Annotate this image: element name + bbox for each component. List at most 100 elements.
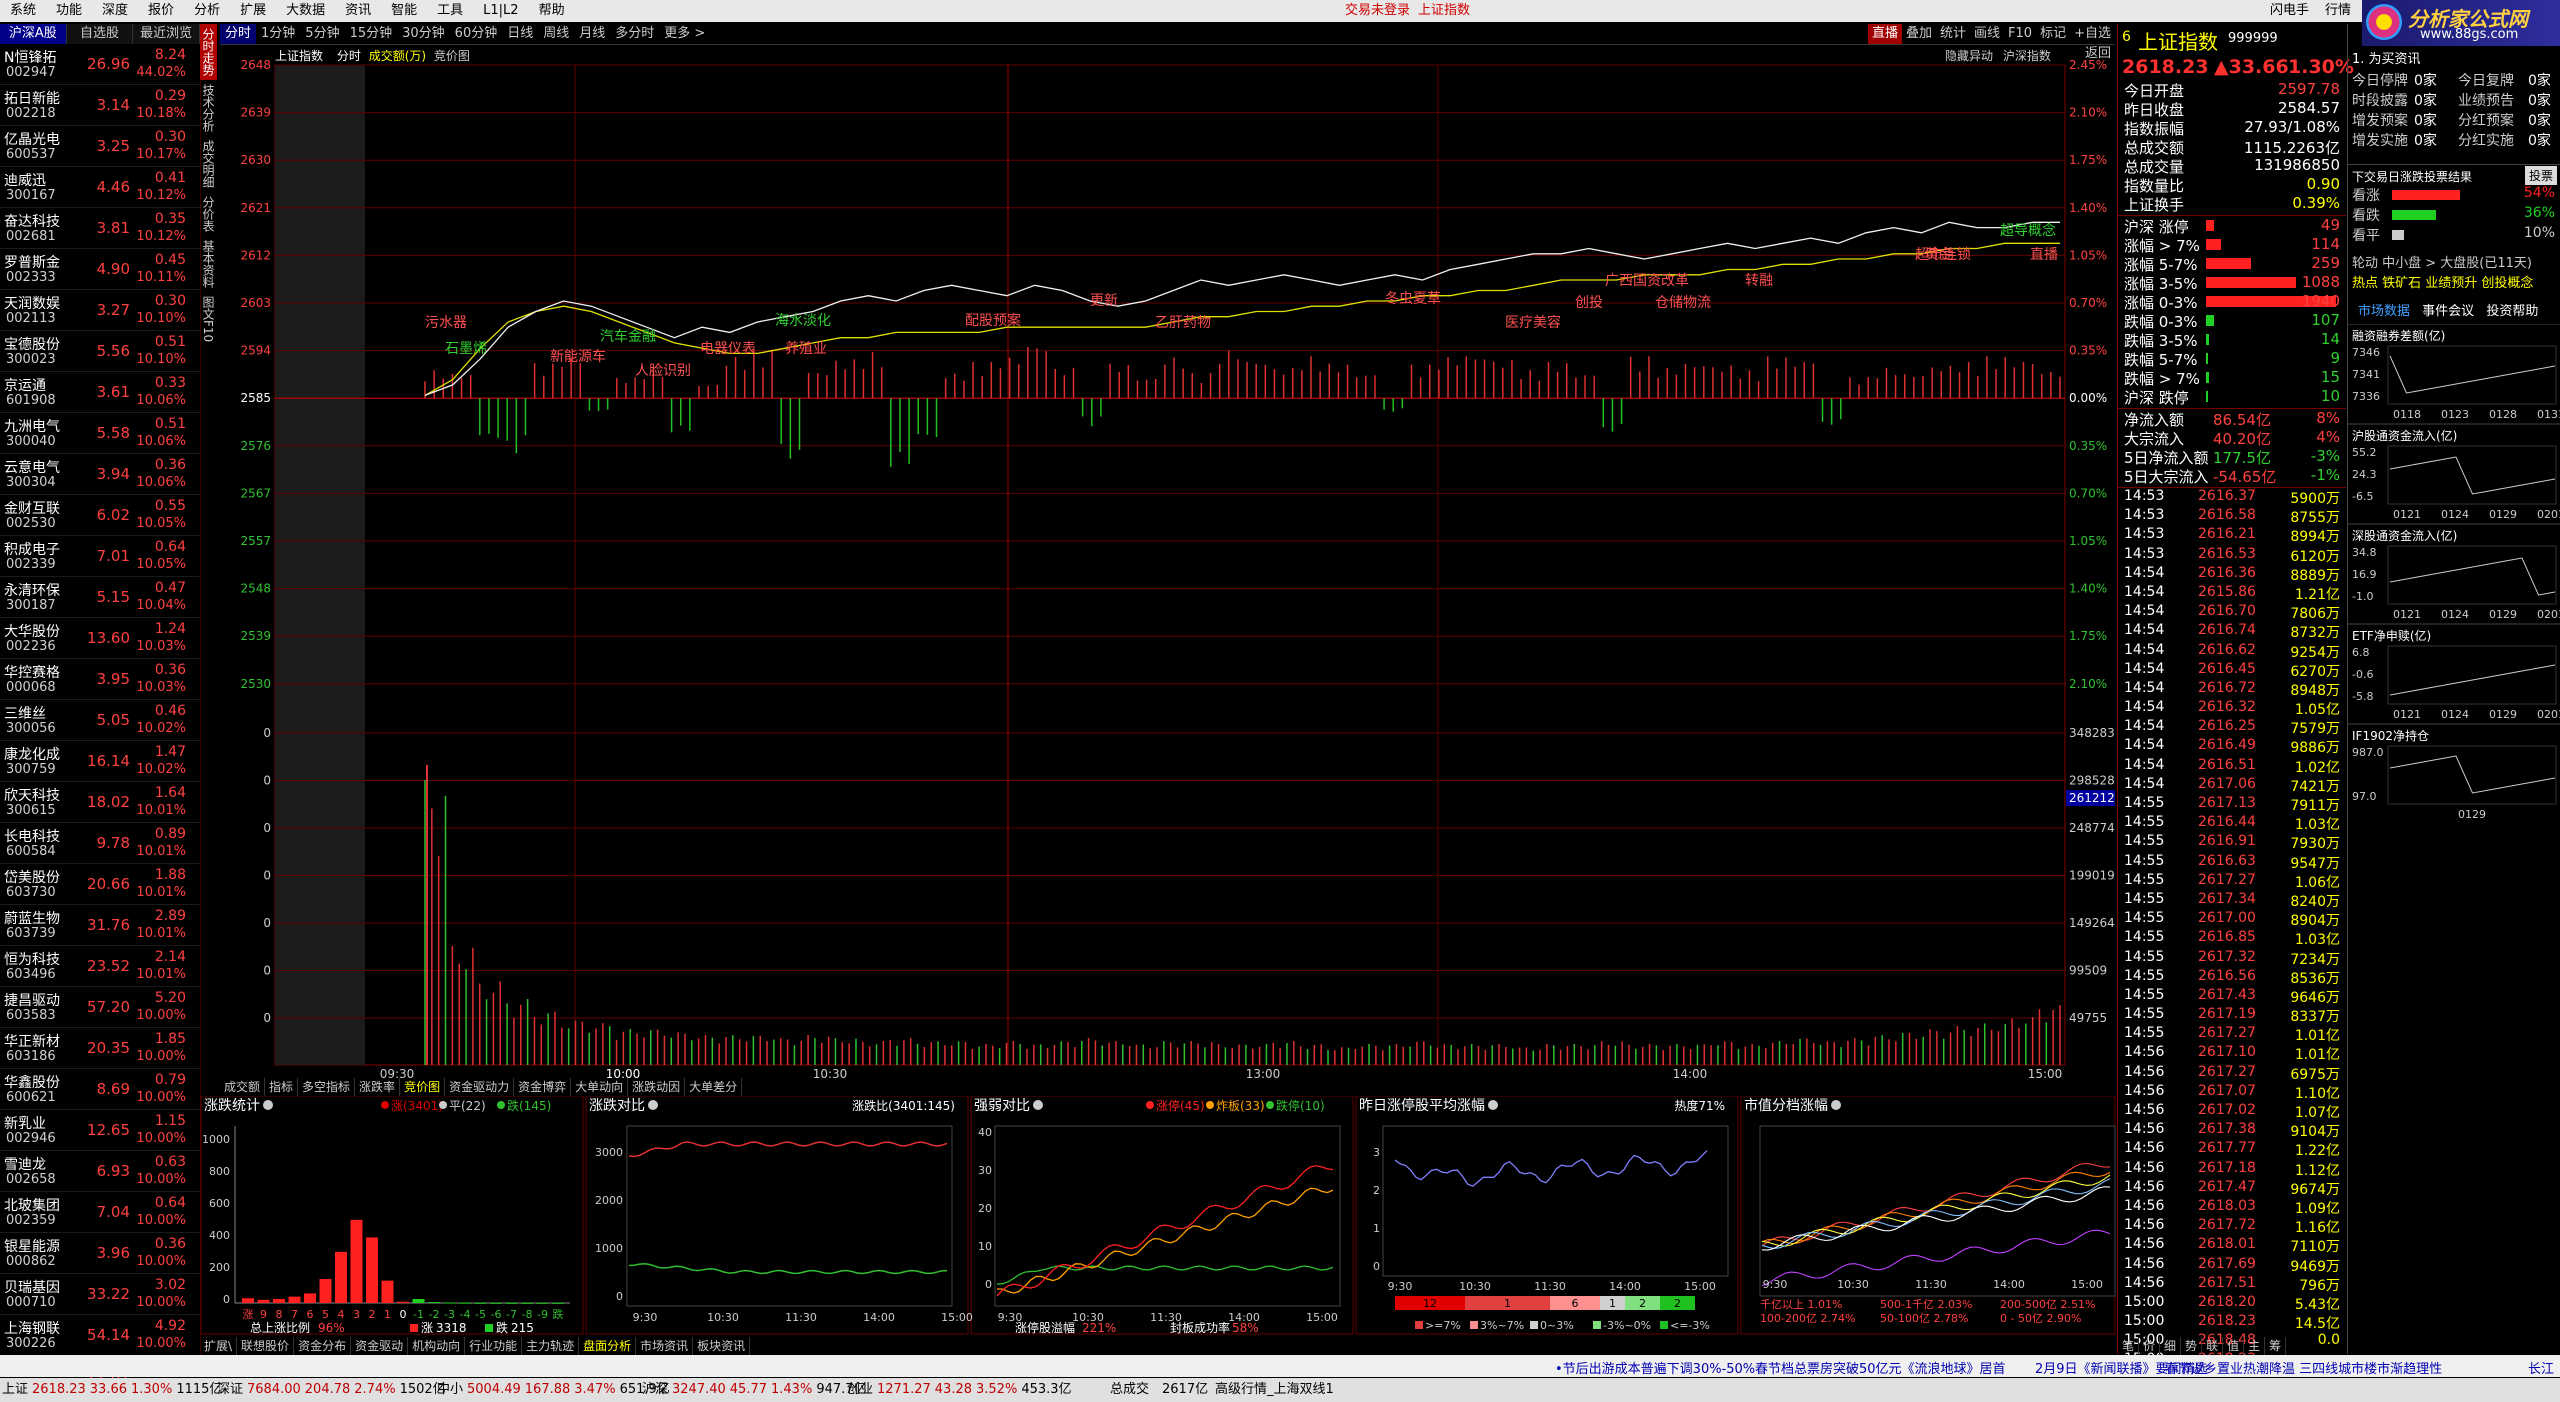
- menu-item-11[interactable]: 帮助: [529, 0, 575, 22]
- news-ticker[interactable]: •节后出游成本普遍下调30%-50% 春节档总票房突破50亿元《流浪地球》居首 2月…: [0, 1355, 2560, 1377]
- annotation-green[interactable]: 海水淡化: [775, 313, 831, 329]
- function-tab-1[interactable]: 联想股价: [237, 1337, 295, 1355]
- stock-row[interactable]: 宝德股份 300023 5.56 0.51 10.10%: [0, 331, 200, 372]
- info-icon[interactable]: [1831, 1100, 1841, 1110]
- annotation-red[interactable]: 更新: [1090, 293, 1118, 309]
- annotation-red[interactable]: 人脸识别: [635, 363, 691, 379]
- annotation-red[interactable]: 创投: [1575, 295, 1603, 311]
- index-link[interactable]: 上证指数: [1408, 0, 1480, 22]
- annotation-red[interactable]: 黄金: [1925, 246, 1953, 263]
- stock-row[interactable]: 积成电子 002339 7.01 0.64 10.05%: [0, 536, 200, 577]
- tick-tab-1[interactable]: 价: [2139, 1337, 2161, 1355]
- tick-list[interactable]: 14:53 2616.37 5900万 14:53 2616.58 8755万 14:53 2…: [2118, 487, 2346, 1371]
- info-icon[interactable]: [263, 1100, 273, 1110]
- period-tab-2[interactable]: 5分钟: [300, 24, 344, 44]
- annotation-green[interactable]: 汽车金融: [600, 328, 656, 345]
- action-label[interactable]: 分红实施: [2458, 130, 2514, 150]
- stock-row[interactable]: 罗普斯金 002333 4.90 0.45 10.11%: [0, 249, 200, 290]
- function-tab-6[interactable]: 主力轨迹: [522, 1337, 580, 1355]
- stock-row[interactable]: 云意电气 300304 3.94 0.36 10.06%: [0, 454, 200, 495]
- period-tab-9[interactable]: 多分时: [610, 24, 659, 44]
- stock-row[interactable]: 康龙化成 300759 16.14 1.47 10.02%: [0, 741, 200, 782]
- stock-row[interactable]: 九洲电气 300040 5.58 0.51 10.06%: [0, 413, 200, 454]
- tab-watchlist[interactable]: 自选股: [66, 24, 134, 44]
- period-tab-8[interactable]: 月线: [574, 24, 610, 44]
- function-tab-5[interactable]: 行业功能: [465, 1337, 523, 1355]
- function-tab-8[interactable]: 市场资讯: [636, 1337, 694, 1355]
- stock-row[interactable]: 长电科技 600584 9.78 0.89 10.01%: [0, 823, 200, 864]
- tab-shsz-a[interactable]: 沪深A股: [0, 24, 67, 44]
- stock-row[interactable]: 上海钢联 300226 54.14 4.92 10.00%: [0, 1315, 200, 1356]
- stock-row[interactable]: 迪威迅 300167 4.46 0.41 10.12%: [0, 167, 200, 208]
- annotation-red[interactable]: 医疗美容: [1505, 314, 1561, 331]
- indicator-tab-9[interactable]: 大单差分: [685, 1078, 743, 1096]
- indicator-tab-0[interactable]: 成交额: [220, 1078, 266, 1096]
- tick-tab-5[interactable]: 值: [2223, 1337, 2245, 1355]
- side-tab-5[interactable]: 图文F10: [200, 292, 217, 346]
- menu-item-1[interactable]: 功能: [46, 0, 92, 22]
- indicator-tab-4[interactable]: 竞价图: [400, 1078, 446, 1096]
- stock-row[interactable]: 永清环保 300187 5.15 0.47 10.04%: [0, 577, 200, 618]
- feed-name[interactable]: 高级行情_上海双线1: [1215, 1378, 1334, 1402]
- tick-tab-4[interactable]: 联: [2202, 1337, 2224, 1355]
- stock-row[interactable]: 雪迪龙 002658 6.93 0.63 10.00%: [0, 1151, 200, 1192]
- annotation-red[interactable]: 冬虫夏草: [1385, 291, 1441, 307]
- market-index-status[interactable]: 上证 2618.23 33.66 1.30% 1115亿: [2, 1378, 226, 1402]
- action-label[interactable]: 增发预案: [2352, 110, 2408, 130]
- stock-row[interactable]: 京运通 601908 3.61 0.33 10.06%: [0, 372, 200, 413]
- side-tab-3[interactable]: 分价表: [200, 192, 217, 236]
- vote-button[interactable]: 投票: [2524, 166, 2557, 185]
- period-tab-0[interactable]: 分时: [220, 24, 257, 44]
- tick-tab-7[interactable]: 筹: [2265, 1337, 2287, 1355]
- events-link[interactable]: 事件会议: [2422, 304, 2474, 319]
- market-index-status[interactable]: 深证 7684.00 204.78 2.74% 1502亿: [217, 1378, 450, 1402]
- chart-tool-1[interactable]: 叠加: [1902, 24, 1936, 44]
- stock-row[interactable]: 亿晶光电 600537 3.25 0.30 10.17%: [0, 126, 200, 167]
- market-index-status[interactable]: 创业 1271.27 43.28 3.52% 453.3亿: [847, 1378, 1076, 1402]
- stock-row[interactable]: 恒为科技 603496 23.52 2.14 10.01%: [0, 946, 200, 987]
- intraday-chart[interactable]: 2648 2.45% 2639 2.10% 2630 1.75% 2621 1.40% 2612…: [220, 45, 2115, 1080]
- stock-row[interactable]: 新乳业 002946 12.65 1.15 10.00%: [0, 1110, 200, 1151]
- stock-row[interactable]: 蔚蓝生物 603739 31.76 2.89 10.01%: [0, 905, 200, 946]
- action-label[interactable]: 今日停牌: [2352, 70, 2408, 90]
- news-item[interactable]: 春节返乡置业热潮降温 三四线城市楼市渐趋理性: [2165, 1358, 2442, 1377]
- stock-row[interactable]: 大华股份 002236 13.60 1.24 10.03%: [0, 618, 200, 659]
- stock-row[interactable]: 银星能源 000862 3.96 0.36 10.00%: [0, 1233, 200, 1274]
- side-tab-0[interactable]: 分时走势: [200, 24, 217, 80]
- tick-tab-0[interactable]: 笔: [2118, 1337, 2140, 1355]
- annotation-red[interactable]: 电器仪表: [700, 341, 756, 357]
- news-item[interactable]: 长江: [2528, 1358, 2554, 1377]
- period-tab-7[interactable]: 周线: [538, 24, 574, 44]
- stock-row[interactable]: 华控赛格 000068 3.95 0.36 10.03%: [0, 659, 200, 700]
- period-tab-10[interactable]: 更多 >: [659, 24, 710, 44]
- news-item[interactable]: 春节档总票房突破50亿元《流浪地球》居首: [1755, 1358, 2006, 1377]
- market-index-status[interactable]: 沪深 3247.40 45.77 1.43% 947.7亿: [642, 1378, 871, 1402]
- action-label[interactable]: 分红预案: [2458, 110, 2514, 130]
- function-tab-0[interactable]: 扩展\: [200, 1337, 238, 1355]
- hot-topics[interactable]: 热点 铁矿石 业绩预升 创投概念: [2352, 272, 2533, 291]
- period-tab-5[interactable]: 60分钟: [450, 24, 503, 44]
- annotation-red[interactable]: 乙肝药物: [1155, 315, 1211, 331]
- stock-row[interactable]: 华正新材 603186 20.35 1.85 10.00%: [0, 1028, 200, 1069]
- indicator-tab-1[interactable]: 指标: [265, 1078, 299, 1096]
- annotation-red[interactable]: 直播: [2030, 246, 2058, 263]
- indicator-tab-7[interactable]: 大单动向: [571, 1078, 629, 1096]
- indicator-tab-8[interactable]: 涨跌动因: [628, 1078, 686, 1096]
- annotation-red[interactable]: 广西国资改革: [1605, 273, 1689, 289]
- annotation-red[interactable]: 养殖业: [785, 340, 827, 357]
- tick-tab-6[interactable]: 主: [2244, 1337, 2266, 1355]
- menu-item-6[interactable]: 大数据: [276, 0, 335, 22]
- stock-row[interactable]: 贝瑞基因 000710 33.22 3.02 10.00%: [0, 1274, 200, 1315]
- annotation-red[interactable]: 污水器: [425, 315, 467, 331]
- menu-item-0[interactable]: 系统: [0, 0, 46, 22]
- indicator-tab-2[interactable]: 多空指标: [298, 1078, 356, 1096]
- indicator-tab-6[interactable]: 资金博弈: [514, 1078, 572, 1096]
- info-icon[interactable]: [648, 1100, 658, 1110]
- menu-item-8[interactable]: 智能: [381, 0, 427, 22]
- stock-row[interactable]: 捷昌驱动 603583 57.20 5.20 10.00%: [0, 987, 200, 1028]
- annotation-green[interactable]: 石墨烯: [445, 341, 487, 357]
- annotation-green[interactable]: 超导概念: [2000, 222, 2056, 239]
- period-tab-3[interactable]: 15分钟: [345, 24, 398, 44]
- function-tab-9[interactable]: 板块资讯: [693, 1337, 751, 1355]
- menu-item-4[interactable]: 分析: [184, 0, 230, 22]
